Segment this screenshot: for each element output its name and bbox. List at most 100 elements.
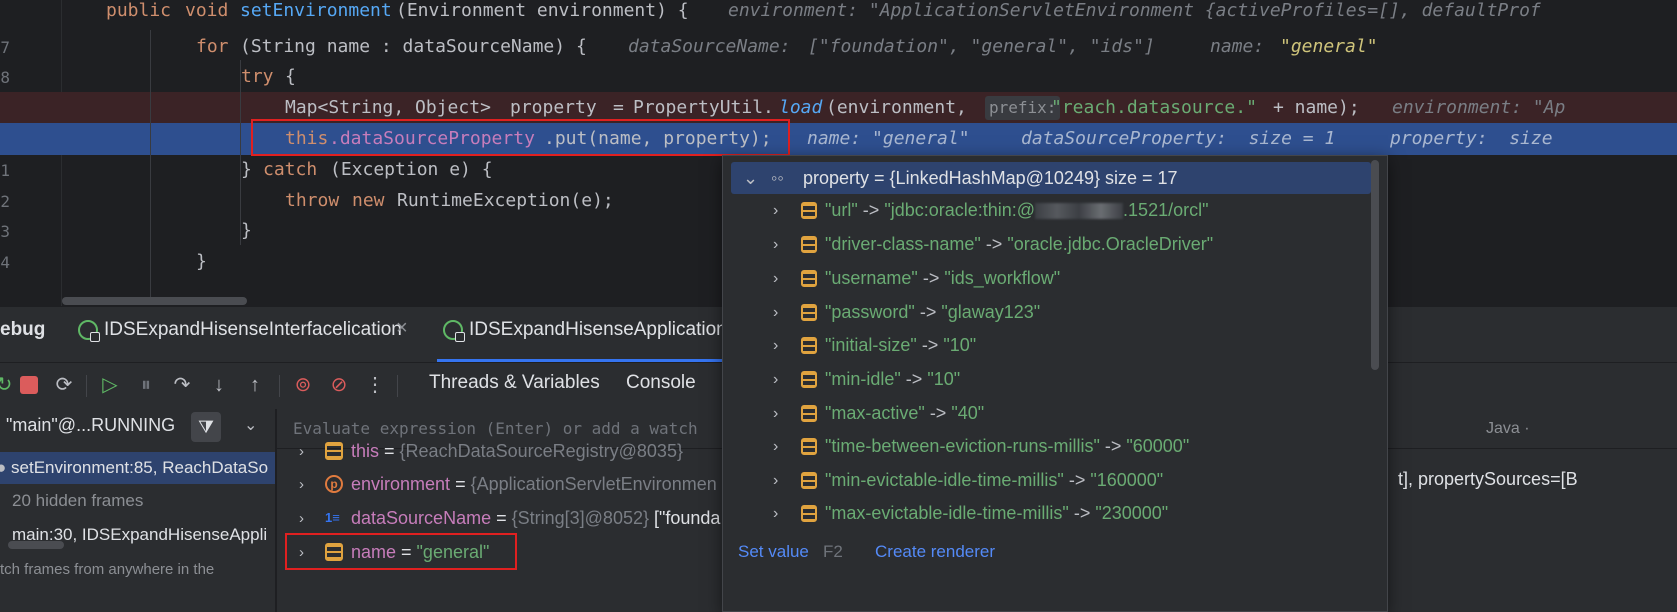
map-entry[interactable]: › "min-idle" -> "10" — [723, 363, 1373, 396]
entry-arrow: -> — [1063, 470, 1091, 490]
tab-threads-variables[interactable]: Threads & Variables — [429, 372, 600, 394]
entry-key: "driver-class-name" — [825, 234, 981, 254]
variable-name: this — [351, 441, 380, 461]
chevron-down-icon[interactable]: ⌄ — [244, 415, 257, 435]
map-entry[interactable]: › "password" -> "glaway123" — [723, 296, 1373, 329]
rerun-icon[interactable]: ↻ — [0, 373, 16, 397]
chevron-right-icon[interactable]: › — [773, 397, 778, 430]
keyword: public — [106, 0, 172, 21]
debug-title: ebug — [0, 319, 46, 340]
entry-key: "password" — [825, 302, 915, 322]
map-entry[interactable]: › "username" -> "ids_workflow" — [723, 262, 1373, 295]
map-entry[interactable]: › "initial-size" -> "10" — [723, 329, 1373, 362]
frame-icon: ● — [0, 458, 7, 477]
entry-value: "oracle.jdbc.OracleDriver" — [1007, 234, 1214, 254]
popup-scrollbar[interactable] — [1371, 160, 1379, 370]
map-entry[interactable]: › "url" -> "jdbc:oracle:thin:@ .1521/orcl… — [723, 194, 1373, 227]
chevron-right-icon[interactable]: › — [773, 430, 778, 463]
map-entry[interactable]: › "driver-class-name" -> "oracle.jdbc.Or… — [723, 228, 1373, 261]
pause-icon[interactable]: ⏸ — [134, 373, 158, 397]
horizontal-scrollbar[interactable] — [62, 297, 247, 305]
entry-arrow: -> — [916, 335, 944, 355]
inline-debug-hint: environment: "Ap — [1392, 97, 1566, 118]
chevron-right-icon[interactable]: › — [299, 502, 304, 535]
inline-debug-value: "general" — [1280, 36, 1378, 57]
popup-title: property = {LinkedHashMap@10249} size = … — [803, 168, 1178, 188]
set-value-link[interactable]: Set value — [738, 542, 809, 562]
step-into-icon[interactable]: ↓ — [207, 373, 231, 397]
entry-key: "time-between-eviction-runs-millis" — [825, 436, 1100, 456]
variable-value: {ApplicationServletEnvironmen — [470, 474, 717, 494]
restart-icon[interactable]: ⟳ — [52, 373, 76, 397]
redacted-ip — [1035, 203, 1124, 220]
map-entry[interactable]: › "time-between-eviction-runs-millis" ->… — [723, 430, 1373, 463]
chevron-right-icon[interactable]: › — [773, 194, 778, 227]
variable-name: environment — [351, 474, 451, 494]
hidden-frames[interactable]: 20 hidden frames — [0, 485, 275, 517]
code-text: (environment, — [826, 97, 967, 118]
mute-breakpoints-icon[interactable]: ⊘ — [327, 373, 351, 397]
entry-key: "username" — [825, 268, 918, 288]
chevron-down-icon[interactable]: ⌄ — [743, 162, 758, 194]
create-renderer-link[interactable]: Create renderer — [875, 542, 995, 562]
filter-icon[interactable]: ⧩ — [191, 412, 221, 442]
highlight-box — [251, 119, 790, 156]
entry-arrow: -> — [900, 369, 928, 389]
resume-icon[interactable]: ▷ — [98, 373, 122, 397]
frames-hint: tch frames from anywhere in the — [0, 561, 215, 578]
debug-run-icon — [78, 320, 100, 342]
map-entry[interactable]: › "max-active" -> "40" — [723, 397, 1373, 430]
run-config-tab-active[interactable]: IDSExpandHisenseApplication — [443, 319, 727, 342]
chevron-right-icon[interactable]: › — [773, 296, 778, 329]
code-text: (String name : dataSourceName) { — [240, 36, 587, 57]
close-icon[interactable]: × — [396, 317, 408, 340]
chevron-right-icon[interactable]: › — [773, 329, 778, 362]
inline-debug-hint: dataSourceName: — [628, 36, 791, 57]
entry-arrow: -> — [917, 268, 945, 288]
chevron-right-icon[interactable]: › — [299, 468, 304, 501]
entry-value: "10" — [943, 335, 977, 355]
entry-arrow: -> — [914, 302, 942, 322]
entry-key: "max-active" — [825, 403, 925, 423]
entry-icon — [801, 505, 817, 522]
entry-arrow: -> — [980, 234, 1008, 254]
chevron-right-icon[interactable]: › — [299, 435, 304, 468]
debug-toolbar: ↻ ⟳ ▷ ⏸ ↷ ↓ ↑ ⊚ ⊘ ⋮ Threads & Variables … — [0, 363, 722, 409]
variable-equals: = — [450, 474, 471, 494]
map-entry[interactable]: › "max-evictable-idle-time-millis" -> "2… — [723, 497, 1373, 530]
thread-selector[interactable]: "main"@...RUNNING ⧩ ⌄ — [0, 409, 275, 449]
keyword: for — [196, 36, 229, 57]
array-icon: 1≡ — [325, 510, 340, 525]
entry-arrow: -> — [1099, 436, 1127, 456]
keyword: void — [185, 0, 229, 21]
variable-equals: = — [491, 508, 512, 528]
code-line: public void setEnvironment (Environment … — [0, 0, 1677, 27]
chevron-right-icon[interactable]: › — [773, 363, 778, 396]
more-icon[interactable]: ⋮ — [363, 373, 387, 397]
frames-scrollbar[interactable] — [8, 541, 64, 549]
inline-debug-hint: property: size — [1390, 128, 1553, 149]
frame-item[interactable]: ● setEnvironment:85, ReachDataSo — [0, 452, 275, 484]
code-line: for (String name : dataSourceName) { dat… — [0, 31, 1677, 63]
variable-inspector-popup[interactable]: ⌄ ◦◦ property = {LinkedHashMap@10249} si… — [722, 155, 1388, 612]
inline-debug-hint: name: "general" — [807, 128, 970, 149]
tab-label: IDSExpandHisenseApplication — [469, 319, 727, 340]
view-breakpoints-icon[interactable]: ⊚ — [291, 373, 315, 397]
step-out-icon[interactable]: ↑ — [243, 373, 267, 397]
chevron-right-icon[interactable]: › — [773, 228, 778, 261]
string-literal: "reach.datasource." — [1051, 97, 1257, 118]
chevron-right-icon[interactable]: › — [773, 262, 778, 295]
step-over-icon[interactable]: ↷ — [170, 373, 194, 397]
indent-guide — [240, 60, 241, 245]
entry-value: "160000" — [1090, 470, 1164, 490]
tab-console[interactable]: Console — [626, 372, 696, 394]
run-config-tab[interactable]: IDSExpandHisenseInterfacelication — [78, 319, 402, 342]
entry-arrow: -> — [857, 200, 885, 220]
chevron-right-icon[interactable]: › — [773, 497, 778, 530]
thread-dropdown[interactable]: "main"@...RUNNING — [6, 415, 175, 436]
entry-key: "min-evictable-idle-time-millis" — [825, 470, 1064, 490]
stop-icon[interactable] — [17, 373, 41, 397]
map-entry[interactable]: › "min-evictable-idle-time-millis" -> "1… — [723, 464, 1373, 497]
chevron-right-icon[interactable]: › — [773, 464, 778, 497]
popup-header[interactable]: ⌄ ◦◦ property = {LinkedHashMap@10249} si… — [731, 162, 1371, 194]
